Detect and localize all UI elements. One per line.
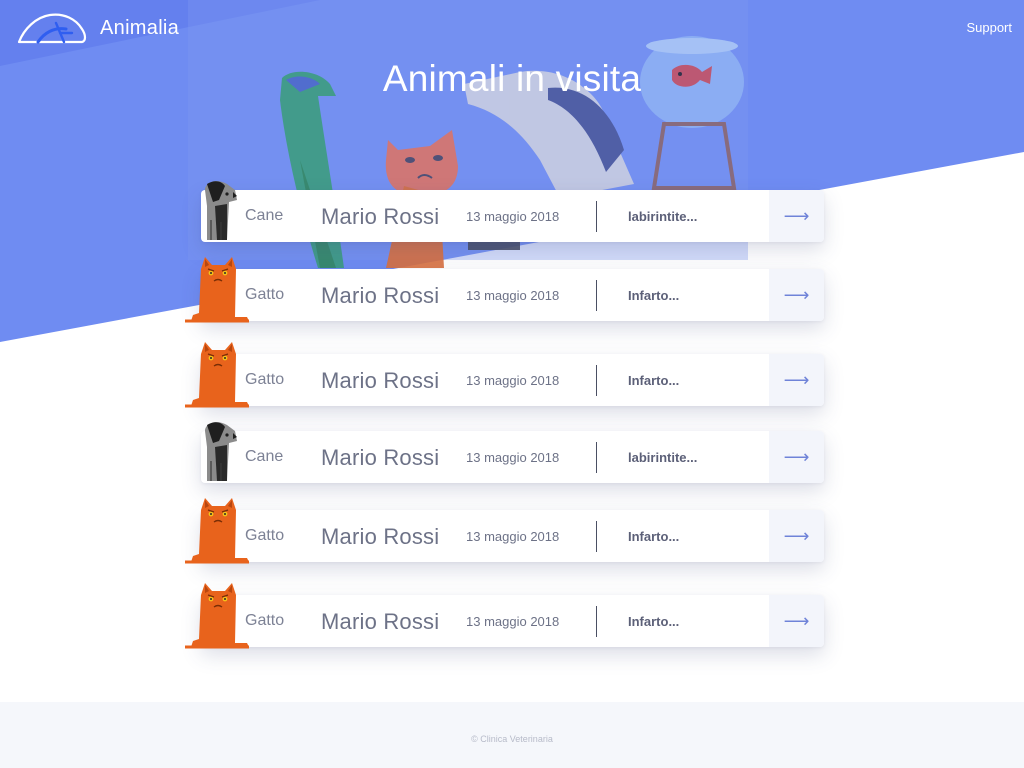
open-visit-button[interactable]: ⟶ — [769, 431, 824, 483]
visit-diagnosis: labirintite... — [628, 209, 698, 224]
open-visit-button[interactable]: ⟶ — [769, 510, 824, 562]
divider — [596, 606, 597, 637]
visit-card[interactable]: Cane Mario Rossi 13 maggio 2018 labirint… — [201, 422, 824, 483]
visit-date: 13 maggio 2018 — [466, 450, 560, 465]
animalia-logo-icon — [17, 13, 87, 44]
visit-species: Gatto — [245, 286, 285, 303]
visit-species: Gatto — [245, 371, 285, 388]
visit-diagnosis: Infarto... — [628, 288, 680, 303]
dog-icon — [205, 181, 237, 240]
visit-owner: Mario Rossi — [321, 524, 440, 549]
arrow-right-icon: ⟶ — [783, 284, 810, 305]
open-visit-button[interactable]: ⟶ — [769, 269, 824, 321]
divider — [596, 280, 597, 311]
divider — [596, 201, 597, 232]
support-link[interactable]: Support — [966, 20, 1012, 35]
page-title: Animali in visita — [382, 58, 642, 99]
visit-date: 13 maggio 2018 — [466, 529, 560, 544]
open-visit-button[interactable]: ⟶ — [769, 354, 824, 406]
cat-icon — [185, 342, 249, 408]
cat-icon — [185, 498, 249, 564]
cat-icon — [185, 257, 249, 323]
visit-card[interactable]: Gatto Mario Rossi 13 maggio 2018 Infarto… — [185, 583, 824, 649]
visit-date: 13 maggio 2018 — [466, 209, 560, 224]
divider — [596, 365, 597, 396]
divider — [596, 442, 597, 473]
arrow-right-icon: ⟶ — [783, 205, 810, 226]
visit-owner: Mario Rossi — [321, 609, 440, 634]
visit-diagnosis: labirintite... — [628, 450, 698, 465]
visit-card[interactable]: Cane Mario Rossi 13 maggio 2018 labirint… — [201, 181, 824, 242]
visit-owner: Mario Rossi — [321, 445, 440, 470]
open-visit-button[interactable]: ⟶ — [769, 190, 824, 242]
arrow-right-icon: ⟶ — [783, 525, 810, 546]
visit-date: 13 maggio 2018 — [466, 614, 560, 629]
visit-date: 13 maggio 2018 — [466, 288, 560, 303]
visit-diagnosis: Infarto... — [628, 373, 680, 388]
cat-icon — [185, 583, 249, 649]
arrow-right-icon: ⟶ — [783, 446, 810, 467]
visit-species: Gatto — [245, 527, 285, 544]
copyright: © Clinica Veterinaria — [471, 734, 553, 744]
open-visit-button[interactable]: ⟶ — [769, 595, 824, 647]
visit-card[interactable]: Gatto Mario Rossi 13 maggio 2018 Infarto… — [185, 257, 824, 323]
visit-card[interactable]: Gatto Mario Rossi 13 maggio 2018 Infarto… — [185, 498, 824, 564]
arrow-right-icon: ⟶ — [783, 610, 810, 631]
visit-diagnosis: Infarto... — [628, 614, 680, 629]
visit-owner: Mario Rossi — [321, 283, 440, 308]
logo[interactable]: Animalia — [16, 11, 179, 45]
visit-date: 13 maggio 2018 — [466, 373, 560, 388]
dog-icon — [205, 422, 237, 481]
visit-owner: Mario Rossi — [321, 204, 440, 229]
visit-list: Cane Mario Rossi 13 maggio 2018 labirint… — [0, 0, 1024, 700]
visit-card[interactable]: Gatto Mario Rossi 13 maggio 2018 Infarto… — [185, 342, 824, 408]
app-name: Animalia — [100, 16, 180, 39]
visit-species: Gatto — [245, 612, 285, 629]
visit-species: Cane — [245, 207, 284, 224]
arrow-right-icon: ⟶ — [783, 369, 810, 390]
visit-species: Cane — [245, 448, 284, 465]
footer: © Clinica Veterinaria — [0, 702, 1024, 768]
visit-diagnosis: Infarto... — [628, 529, 680, 544]
visit-owner: Mario Rossi — [321, 368, 440, 393]
divider — [596, 521, 597, 552]
